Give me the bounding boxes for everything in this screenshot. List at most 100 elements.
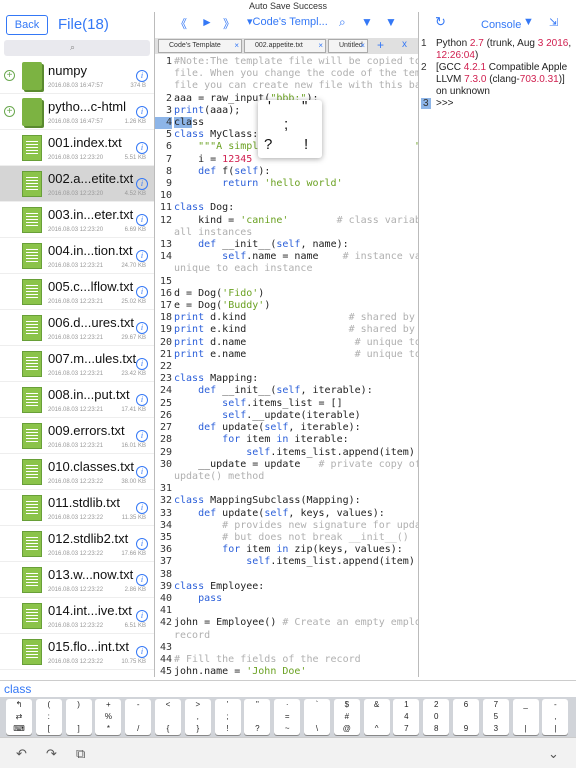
refresh-icon[interactable]: ↻ bbox=[435, 14, 446, 30]
keyboard-key[interactable]: · = ~ bbox=[274, 699, 301, 735]
keyboard-key[interactable]: )] bbox=[65, 699, 92, 735]
keyboard-key[interactable]: ` \ bbox=[304, 699, 330, 735]
file-row[interactable]: + numpy 2016.08.03 16:47:57 374 Bi bbox=[0, 58, 154, 94]
popup-key[interactable]: ! bbox=[304, 136, 308, 153]
line-number: 16 bbox=[159, 287, 172, 299]
symbol-keyboard: ↰ ⇄ ⌨(:[)] +% * - / <{>,} ';! "? · = ~ ` \ $ # @ & ^ 1 4 7 2 0 8 6… bbox=[0, 697, 576, 737]
console-label[interactable]: Console bbox=[481, 19, 521, 31]
collapse-icon[interactable]: ⇲ bbox=[549, 16, 558, 29]
back-button[interactable]: Back bbox=[6, 15, 48, 35]
file-row[interactable]: 010.classes.txt 2016.08.03 12:23:22 38.00 … bbox=[0, 454, 154, 490]
redo-icon[interactable]: ↷ bbox=[46, 746, 57, 762]
file-row[interactable]: 012.stdlib2.txt 2016.08.03 12:23:22 17.66 … bbox=[0, 526, 154, 562]
file-name: 011.stdlib.txt bbox=[48, 495, 121, 510]
info-icon[interactable]: i bbox=[136, 214, 148, 226]
file-row[interactable]: 001.index.txt 2016.08.03 12:23:20 5.51 KB i bbox=[0, 130, 154, 166]
folder-icon bbox=[22, 62, 42, 90]
file-row[interactable]: 014.int...ive.txt 2016.08.03 12:23:22 6.51… bbox=[0, 598, 154, 634]
search-icon[interactable]: ⌕ bbox=[339, 15, 346, 30]
chevron-down-icon[interactable]: ▼ bbox=[523, 16, 534, 28]
info-icon[interactable]: i bbox=[136, 322, 148, 334]
keyboard-key[interactable]: _ | bbox=[512, 699, 539, 735]
file-size: 38.00 KB bbox=[121, 479, 146, 485]
code-line: 33 def update(self, keys, values): bbox=[155, 508, 418, 520]
info-icon[interactable]: i bbox=[136, 610, 148, 622]
chevron-down-icon[interactable]: ▼ bbox=[361, 15, 373, 29]
keyboard-key[interactable]: - / bbox=[125, 699, 152, 735]
expand-icon[interactable]: + bbox=[4, 106, 15, 117]
file-menu-button[interactable]: ▾Code's Templ... bbox=[247, 15, 328, 28]
line-number: 12 bbox=[159, 214, 172, 226]
info-icon[interactable]: i bbox=[136, 358, 148, 370]
popup-key[interactable]: ' bbox=[268, 98, 271, 115]
info-icon[interactable]: i bbox=[136, 646, 148, 658]
keyboard-key[interactable]: 753 bbox=[482, 699, 509, 735]
code-line: 13 def __init__(self, name): bbox=[155, 239, 418, 251]
file-row[interactable]: 008.in...put.txt 2016.08.03 12:23:21 17.41… bbox=[0, 382, 154, 418]
info-icon[interactable]: i bbox=[136, 574, 148, 586]
file-size: 6.51 KB bbox=[124, 623, 146, 629]
expand-icon[interactable]: + bbox=[4, 70, 15, 81]
file-row[interactable]: 015.flo...int.txt 2016.08.03 12:23:22 10.7… bbox=[0, 634, 154, 670]
copy-icon[interactable]: ⧉ bbox=[76, 746, 85, 762]
file-row[interactable]: + pytho...c-html 2016.08.03 16:47:57 1.26 K… bbox=[0, 94, 154, 130]
info-icon[interactable]: i bbox=[136, 178, 148, 190]
run-icon[interactable]: ► bbox=[201, 15, 213, 29]
close-tab-button[interactable]: x bbox=[402, 39, 407, 50]
tab-002-appetite[interactable]: 002.appetite.txt × bbox=[244, 39, 326, 53]
file-name: 014.int...ive.txt bbox=[48, 603, 132, 618]
keyboard-key[interactable]: 208 bbox=[423, 699, 450, 735]
info-icon[interactable]: i bbox=[136, 70, 148, 82]
info-icon[interactable]: i bbox=[136, 106, 148, 118]
console-output[interactable]: 1 Python 2.7 (trunk, Aug 3 2016, 12:26:04… bbox=[419, 38, 576, 110]
keyboard-key[interactable]: & ^ bbox=[363, 699, 390, 735]
keyboard-key[interactable]: <{ bbox=[155, 699, 181, 735]
info-icon[interactable]: i bbox=[136, 466, 148, 478]
file-row[interactable]: 004.in...tion.txt 2016.08.03 12:23:21 24.7… bbox=[0, 238, 154, 274]
keyboard-key[interactable]: "? bbox=[244, 699, 271, 735]
keyboard-key[interactable]: +% * bbox=[95, 699, 122, 735]
popup-key[interactable]: ; bbox=[284, 116, 288, 133]
tab-untitled[interactable]: Untitled × bbox=[328, 39, 368, 53]
file-row[interactable]: 009.errors.txt 2016.08.03 12:23:21 16.01 K… bbox=[0, 418, 154, 454]
keyboard-key[interactable]: 69 bbox=[453, 699, 479, 735]
file-row[interactable]: 005.c...lflow.txt 2016.08.03 12:23:21 25.0… bbox=[0, 274, 154, 310]
keyboard-key[interactable]: ';! bbox=[214, 699, 241, 735]
next-icon[interactable]: 》 bbox=[223, 15, 235, 32]
keyboard-key[interactable]: ↰ ⇄ ⌨ bbox=[6, 699, 32, 735]
hide-keyboard-icon[interactable]: ⌄ bbox=[548, 746, 559, 762]
file-row[interactable]: 002.a...etite.txt 2016.08.03 12:23:20 4.52… bbox=[0, 166, 154, 202]
info-icon[interactable]: i bbox=[136, 502, 148, 514]
tab-codes-template[interactable]: Code's Template × bbox=[158, 39, 242, 53]
keyboard-key[interactable]: 147 bbox=[393, 699, 420, 735]
file-row[interactable]: 006.d...ures.txt 2016.08.03 12:23:21 29.67… bbox=[0, 310, 154, 346]
close-icon[interactable]: × bbox=[360, 40, 365, 52]
file-row[interactable]: 007.m...ules.txt 2016.08.03 12:23:21 23.42… bbox=[0, 346, 154, 382]
prev-icon[interactable]: 《 bbox=[175, 15, 187, 32]
undo-icon[interactable]: ↶ bbox=[16, 746, 27, 762]
keyboard-key[interactable]: >,} bbox=[184, 699, 211, 735]
file-row[interactable]: 013.w...now.txt 2016.08.03 12:23:22 2.86 K… bbox=[0, 562, 154, 598]
file-search-field[interactable]: ⌕ bbox=[4, 40, 150, 56]
line-number: 10 bbox=[159, 190, 172, 202]
popup-key[interactable]: " bbox=[302, 98, 307, 115]
info-icon[interactable]: i bbox=[136, 394, 148, 406]
info-icon[interactable]: i bbox=[136, 142, 148, 154]
close-icon[interactable]: × bbox=[318, 40, 323, 52]
keyboard-key[interactable]: -, | bbox=[542, 699, 569, 735]
popup-key[interactable]: ? bbox=[264, 136, 272, 153]
info-icon[interactable]: i bbox=[136, 250, 148, 262]
input-line[interactable]: class bbox=[0, 680, 576, 696]
info-icon[interactable]: i bbox=[136, 538, 148, 550]
info-icon[interactable]: i bbox=[136, 430, 148, 442]
file-row[interactable]: 011.stdlib.txt 2016.08.03 12:23:22 11.35 K… bbox=[0, 490, 154, 526]
file-row[interactable]: 003.in...eter.txt 2016.08.03 12:23:20 6.69… bbox=[0, 202, 154, 238]
info-icon[interactable]: i bbox=[136, 286, 148, 298]
chevron-down-icon[interactable]: ▼ bbox=[385, 15, 397, 29]
file-date: 2016.08.03 12:23:22 bbox=[48, 659, 104, 665]
code-line: 8 def f(self): bbox=[155, 166, 418, 178]
keyboard-key[interactable]: $ # @ bbox=[333, 699, 360, 735]
keyboard-key[interactable]: (:[ bbox=[35, 699, 62, 735]
add-tab-button[interactable]: + bbox=[377, 38, 384, 52]
close-icon[interactable]: × bbox=[234, 40, 239, 52]
